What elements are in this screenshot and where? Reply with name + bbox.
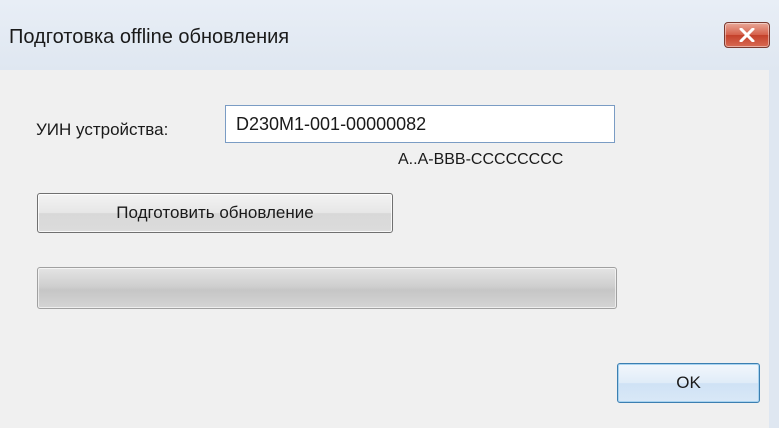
close-x-icon xyxy=(739,28,755,42)
close-button[interactable] xyxy=(724,22,770,48)
progress-bar xyxy=(37,267,617,309)
window-title: Подготовка offline обновления xyxy=(9,26,290,48)
title-bar[interactable]: Подготовка offline обновления xyxy=(0,0,779,70)
uin-format-hint: A..A-BBB-CCCCCCCC xyxy=(398,151,564,168)
uin-input[interactable] xyxy=(225,105,615,143)
window-frame-right xyxy=(769,70,779,428)
prepare-update-button[interactable]: Подготовить обновление xyxy=(37,193,393,233)
dialog-content: УИН устройства: A..A-BBB-CCCCCCCC Подгот… xyxy=(9,70,769,428)
prepare-update-button-label: Подготовить обновление xyxy=(116,203,314,222)
ok-button[interactable]: OK xyxy=(617,363,760,403)
dialog-window: Подготовка offline обновления УИН устрой… xyxy=(0,0,779,428)
uin-label: УИН устройства: xyxy=(36,120,169,139)
ok-button-label: OK xyxy=(676,373,701,392)
